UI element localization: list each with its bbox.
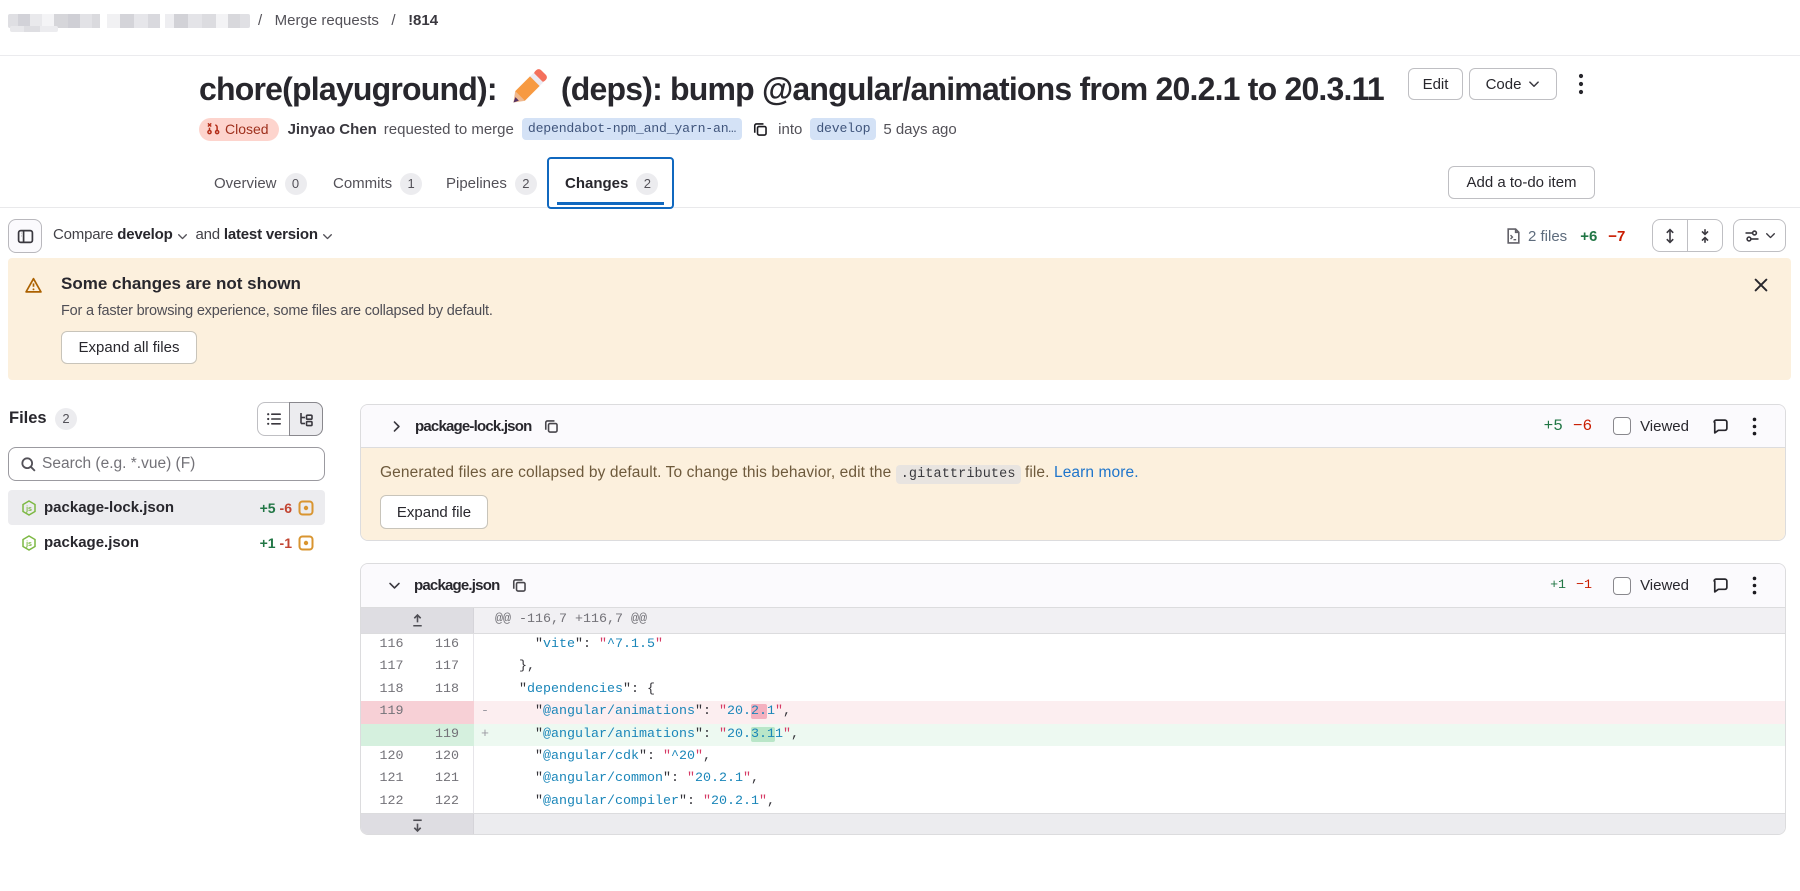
svg-text:js: js xyxy=(25,541,32,548)
svg-text:js: js xyxy=(25,506,32,513)
